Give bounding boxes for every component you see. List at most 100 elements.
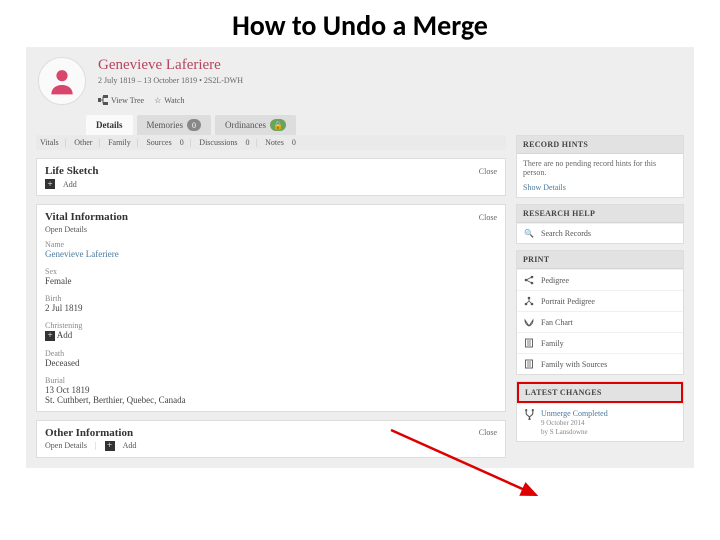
record-hints-title: RECORD HINTS <box>517 136 683 154</box>
vital-list: Name Genevieve Laferiere Sex Female Birt… <box>37 240 505 411</box>
tab-details[interactable]: Details <box>86 115 133 135</box>
watch-link[interactable]: ☆ Watch <box>154 96 184 105</box>
vital-burial-label: Burial <box>45 376 497 385</box>
sources-count: 0 <box>180 138 184 147</box>
print-pedigree-label: Pedigree <box>541 276 569 285</box>
star-icon: ☆ <box>154 96 161 105</box>
person-dates: 2 July 1819 – 13 October 1819 • 2S2L-DWH <box>98 76 682 85</box>
vital-name-label: Name <box>45 240 497 249</box>
vital-sex-label: Sex <box>45 267 497 276</box>
vital-birth-value: 2 Jul 1819 <box>45 303 497 313</box>
print-family-label: Family <box>541 339 564 348</box>
vital-death-label: Death <box>45 349 497 358</box>
tab-memories-label: Memories <box>147 120 184 130</box>
vital-info-panel: Vital Information Close Open Details Nam… <box>36 204 506 412</box>
fan-icon <box>523 317 535 327</box>
section-nav: Vitals| Other| Family| Sources 0| Discus… <box>36 135 506 150</box>
person-name: Genevieve Laferiere <box>98 57 682 74</box>
print-family-sources[interactable]: Family with Sources <box>517 353 683 374</box>
vital-burial: Burial 13 Oct 1819 St. Cuthbert, Berthie… <box>45 376 497 405</box>
print-portrait-pedigree[interactable]: Portrait Pedigree <box>517 290 683 311</box>
record-hints-panel: RECORD HINTS There are no pending record… <box>516 135 684 198</box>
vital-birth: Birth 2 Jul 1819 <box>45 294 497 313</box>
vital-birth-label: Birth <box>45 294 497 303</box>
vital-death-value: Deceased <box>45 358 497 368</box>
nav-vitals[interactable]: Vitals <box>40 138 59 147</box>
plus-icon: + <box>45 179 55 189</box>
right-column: RECORD HINTS There are no pending record… <box>516 135 684 442</box>
nav-other[interactable]: Other <box>74 138 92 147</box>
nav-discussions[interactable]: Discussions <box>199 138 237 147</box>
research-help-panel: RESEARCH HELP 🔍 Search Records <box>516 204 684 244</box>
life-sketch-close[interactable]: Close <box>479 167 497 176</box>
tabs: Details Memories 0 Ordinances 🔒 <box>26 115 694 135</box>
vital-christening-label: Christening <box>45 321 497 330</box>
change-date: 9 October 2014 <box>541 419 608 427</box>
print-panel: PRINT Pedigree Portrait Pedigree Fan Cha… <box>516 250 684 375</box>
portrait-icon <box>523 296 535 306</box>
search-records-row[interactable]: 🔍 Search Records <box>517 223 683 243</box>
tab-memories[interactable]: Memories 0 <box>137 115 212 135</box>
person-icon <box>46 65 78 97</box>
memories-count: 0 <box>187 119 201 131</box>
print-portrait-label: Portrait Pedigree <box>541 297 595 306</box>
document-icon <box>523 359 535 369</box>
person-head-info: Genevieve Laferiere 2 July 1819 – 13 Oct… <box>98 57 682 105</box>
slide-title: How to Undo a Merge <box>0 0 720 47</box>
header-actions: View Tree ☆ Watch <box>98 95 682 105</box>
tree-icon <box>98 95 108 105</box>
vital-name: Name Genevieve Laferiere <box>45 240 497 259</box>
nav-family[interactable]: Family <box>108 138 131 147</box>
plus-icon: + <box>45 331 55 341</box>
research-help-title: RESEARCH HELP <box>517 205 683 223</box>
avatar <box>38 57 86 105</box>
other-open-details[interactable]: Open Details <box>45 441 87 450</box>
latest-changes-panel: LATEST CHANGES Unmerge Completed 9 Octob… <box>516 381 684 442</box>
vital-sex: Sex Female <box>45 267 497 286</box>
share-icon <box>523 275 535 285</box>
search-icon: 🔍 <box>523 229 535 238</box>
vital-christening-add[interactable]: + Add <box>45 330 497 341</box>
nav-sources[interactable]: Sources <box>146 138 171 147</box>
vital-burial-place: St. Cuthbert, Berthier, Quebec, Canada <box>45 395 497 405</box>
other-info-title: Other Information <box>45 427 133 439</box>
view-tree-label: View Tree <box>111 96 144 105</box>
print-fan-label: Fan Chart <box>541 318 573 327</box>
life-sketch-add[interactable]: Add <box>63 180 77 189</box>
left-column: Vitals| Other| Family| Sources 0| Discus… <box>36 135 506 458</box>
vital-sex-value: Female <box>45 276 497 286</box>
watch-label: Watch <box>164 96 184 105</box>
vital-name-value[interactable]: Genevieve Laferiere <box>45 249 497 259</box>
person-header: Genevieve Laferiere 2 July 1819 – 13 Oct… <box>26 47 694 105</box>
print-pedigree[interactable]: Pedigree <box>517 269 683 290</box>
tab-ordinances-label: Ordinances <box>225 120 266 130</box>
ordinances-badge: 🔒 <box>270 119 286 131</box>
search-records-label: Search Records <box>541 229 591 238</box>
record-hints-show-details[interactable]: Show Details <box>523 183 677 192</box>
print-family[interactable]: Family <box>517 332 683 353</box>
document-icon <box>523 338 535 348</box>
change-item[interactable]: Unmerge Completed 9 October 2014 by S La… <box>517 403 683 441</box>
print-title: PRINT <box>517 251 683 269</box>
merge-icon <box>523 409 535 420</box>
vital-info-close[interactable]: Close <box>479 213 497 222</box>
vital-christening: Christening + Add <box>45 321 497 341</box>
latest-changes-title[interactable]: LATEST CHANGES <box>517 382 683 403</box>
other-info-close[interactable]: Close <box>479 428 497 437</box>
change-text: Unmerge Completed 9 October 2014 by S La… <box>541 409 608 436</box>
vital-info-title: Vital Information <box>45 211 128 223</box>
other-add[interactable]: Add <box>123 441 137 450</box>
nav-notes[interactable]: Notes <box>265 138 284 147</box>
life-sketch-panel: Life Sketch Close + Add <box>36 158 506 196</box>
app-container: Genevieve Laferiere 2 July 1819 – 13 Oct… <box>26 47 694 468</box>
record-hints-body: There are no pending record hints for th… <box>523 159 656 177</box>
other-info-panel: Other Information Close Open Details | +… <box>36 420 506 458</box>
vital-death: Death Deceased <box>45 349 497 368</box>
view-tree-link[interactable]: View Tree <box>98 95 144 105</box>
vital-open-details[interactable]: Open Details <box>45 225 87 234</box>
life-sketch-title: Life Sketch <box>45 165 98 177</box>
print-family-sources-label: Family with Sources <box>541 360 607 369</box>
discussions-count: 0 <box>246 138 250 147</box>
print-fan-chart[interactable]: Fan Chart <box>517 311 683 332</box>
tab-ordinances[interactable]: Ordinances 🔒 <box>215 115 296 135</box>
